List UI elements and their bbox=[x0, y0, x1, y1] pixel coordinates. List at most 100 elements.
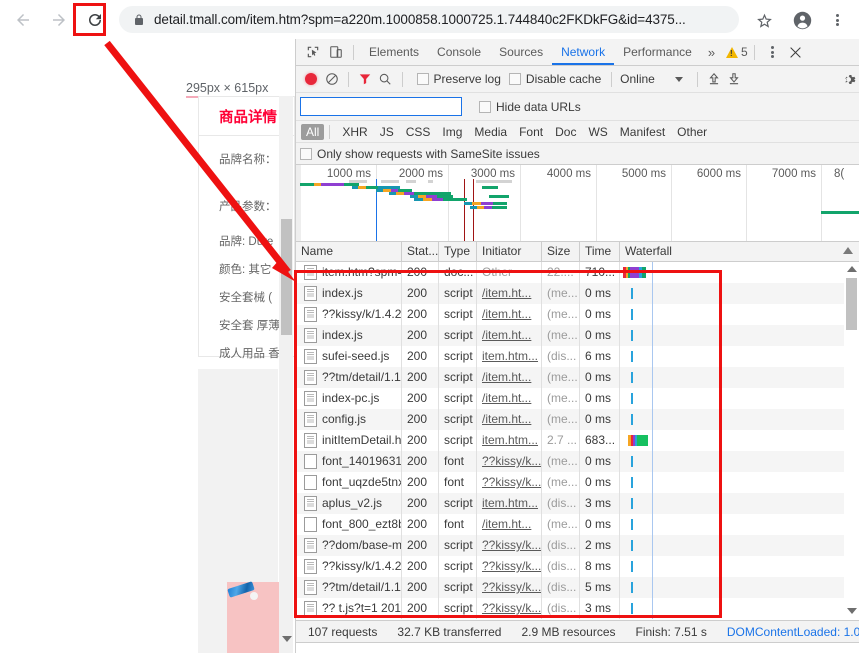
throttling-select-value[interactable]: Online bbox=[620, 72, 655, 86]
cell-initiator[interactable]: item.htm... bbox=[477, 493, 542, 514]
type-filter-all[interactable]: All bbox=[301, 123, 325, 140]
type-filter-ws[interactable]: WS bbox=[583, 124, 612, 140]
sort-ascending-icon[interactable] bbox=[843, 247, 853, 254]
type-filter-doc[interactable]: Doc bbox=[550, 124, 581, 140]
gear-icon[interactable] bbox=[839, 68, 859, 91]
three-dot-menu-icon[interactable] bbox=[827, 8, 847, 32]
cell-initiator[interactable]: /item.ht... bbox=[477, 325, 542, 346]
table-row[interactable]: sufei-seed.js 200 script item.htm... (dis...… bbox=[296, 346, 859, 367]
table-row[interactable]: ??tm/detail/1.11.5...200script??kissy/k.… bbox=[296, 577, 859, 598]
cell-initiator[interactable]: item.htm... bbox=[477, 346, 542, 367]
table-row[interactable]: ??dom/base-min.j...200script??kissy/k...… bbox=[296, 535, 859, 556]
page-viewport[interactable]: 295px × 615px 商品详情 品牌名称： 产品参数： 品牌: Dure … bbox=[0, 39, 295, 653]
table-vertical-scrollbar-thumb[interactable] bbox=[846, 278, 857, 330]
upload-arrow-icon[interactable] bbox=[704, 68, 724, 91]
table-row[interactable]: ??tm/detail/1.11.5...200script/item.ht..… bbox=[296, 367, 859, 388]
back-arrow-icon[interactable] bbox=[11, 8, 35, 32]
overview-bar bbox=[493, 202, 507, 205]
table-row[interactable]: aplus_v2.js 200 script item.htm... (dis... 3 … bbox=[296, 493, 859, 514]
type-filter-font[interactable]: Font bbox=[514, 124, 548, 140]
column-header-waterfall[interactable]: Waterfall bbox=[620, 242, 859, 261]
cell-initiator[interactable]: item.htm... bbox=[477, 430, 542, 451]
page-vertical-scrollbar-thumb[interactable] bbox=[281, 219, 292, 335]
cell-initiator[interactable]: /item.ht... bbox=[477, 388, 542, 409]
type-filter-img[interactable]: Img bbox=[437, 124, 467, 140]
cell-initiator[interactable]: Other bbox=[477, 262, 542, 283]
tab-elements[interactable]: Elements bbox=[360, 39, 428, 65]
table-row[interactable]: ??kissy/k/1.4.2/se...200script/item.ht..… bbox=[296, 304, 859, 325]
tab-performance[interactable]: Performance bbox=[614, 39, 701, 65]
type-filter-css[interactable]: CSS bbox=[401, 124, 436, 140]
table-scroll-down-arrow-icon[interactable] bbox=[847, 608, 857, 614]
table-row[interactable]: index.js 200 script/item.ht... (me... 0 ms bbox=[296, 283, 859, 304]
type-filter-manifest[interactable]: Manifest bbox=[615, 124, 670, 140]
page-vertical-scrollbar[interactable] bbox=[279, 96, 293, 653]
table-row[interactable]: config.js 200 script/item.ht... (me... 0 ms bbox=[296, 409, 859, 430]
cell-initiator[interactable]: ??kissy/k... bbox=[477, 472, 542, 493]
preserve-log-box[interactable] bbox=[416, 73, 429, 85]
network-request-table[interactable]: Name Stat... Type Initiator Size Time Wa… bbox=[296, 242, 859, 620]
product-attr-2: 品牌: Dure bbox=[219, 236, 274, 248]
column-header-time[interactable]: Time bbox=[580, 242, 620, 261]
table-row[interactable]: initItemDetail.htm...200scriptitem.htm..… bbox=[296, 430, 859, 451]
address-bar[interactable]: detail.tmall.com/item.htm?spm=a220m.1000… bbox=[119, 6, 739, 33]
tab-network[interactable]: Network bbox=[552, 39, 615, 65]
type-filter-other[interactable]: Other bbox=[672, 124, 712, 140]
network-overview-timeline[interactable]: 1000 ms 2000 ms 3000 ms 4000 ms 5000 ms … bbox=[296, 165, 859, 242]
cell-initiator[interactable]: ??kissy/k... bbox=[477, 451, 542, 472]
scroll-down-arrow-icon[interactable] bbox=[282, 636, 292, 642]
record-stop-icon[interactable] bbox=[301, 68, 321, 91]
table-row[interactable]: index-pc.js 200 script/item.ht... (me... 0 m… bbox=[296, 388, 859, 409]
forward-arrow-icon[interactable] bbox=[47, 8, 71, 32]
cell-initiator[interactable]: ??kissy/k... bbox=[477, 577, 542, 598]
tab-console[interactable]: Console bbox=[428, 39, 490, 65]
star-icon[interactable] bbox=[752, 8, 776, 32]
table-row[interactable]: ??kissy/k/1.4.2/io-...200script??kissy/k… bbox=[296, 556, 859, 577]
chevron-double-right-icon[interactable]: » bbox=[701, 45, 722, 60]
samesite-box[interactable] bbox=[300, 147, 312, 160]
filter-input[interactable] bbox=[300, 97, 462, 116]
table-row[interactable]: font_uqzde5tnx9t...200font??kissy/k...(m… bbox=[296, 472, 859, 493]
type-filter-xhr[interactable]: XHR bbox=[337, 124, 372, 140]
table-row[interactable]: font_800_ezt8bysf...200font/item.ht...(m… bbox=[296, 514, 859, 535]
cell-initiator[interactable]: ??kissy/k... bbox=[477, 556, 542, 577]
cell-initiator[interactable]: /item.ht... bbox=[477, 304, 542, 325]
column-header-status[interactable]: Stat... bbox=[402, 242, 439, 261]
cell-initiator[interactable]: ??kissy/k... bbox=[477, 598, 542, 619]
table-scroll-up-arrow-icon[interactable] bbox=[847, 266, 857, 272]
search-icon[interactable] bbox=[375, 68, 395, 91]
tab-sources[interactable]: Sources bbox=[490, 39, 552, 65]
preserve-log-checkbox[interactable]: Preserve log bbox=[416, 72, 501, 86]
cell-time: 0 ms bbox=[580, 304, 620, 325]
type-filter-media[interactable]: Media bbox=[469, 124, 512, 140]
hide-data-urls-checkbox[interactable]: Hide data URLs bbox=[479, 100, 581, 114]
table-row[interactable]: item.htm?spm=a2...200doc...Other22....71… bbox=[296, 262, 859, 283]
type-filter-js[interactable]: JS bbox=[375, 124, 399, 140]
table-row[interactable]: font_1401963178_...200font??kissy/k...(m… bbox=[296, 451, 859, 472]
column-header-initiator[interactable]: Initiator bbox=[477, 242, 542, 261]
download-arrow-icon[interactable] bbox=[724, 68, 744, 91]
column-header-size[interactable]: Size bbox=[542, 242, 580, 261]
inspect-element-icon[interactable] bbox=[301, 41, 324, 64]
hide-data-urls-box[interactable] bbox=[479, 100, 491, 113]
three-dot-vertical-icon[interactable] bbox=[761, 41, 784, 64]
chevron-down-icon[interactable] bbox=[674, 76, 683, 82]
cell-initiator[interactable]: /item.ht... bbox=[477, 283, 542, 304]
cell-initiator[interactable]: /item.ht... bbox=[477, 514, 542, 535]
disable-cache-box[interactable] bbox=[508, 73, 521, 85]
cell-initiator[interactable]: ??kissy/k... bbox=[477, 535, 542, 556]
cell-initiator[interactable]: /item.ht... bbox=[477, 367, 542, 388]
table-row[interactable]: index.js 200 script/item.ht... (me... 0 ms bbox=[296, 325, 859, 346]
column-header-type[interactable]: Type bbox=[439, 242, 477, 261]
column-header-name[interactable]: Name bbox=[296, 242, 402, 261]
table-row[interactable]: ?? t.js?t=1 20130...200script??kissy/k..… bbox=[296, 598, 859, 619]
device-toolbar-icon[interactable] bbox=[324, 41, 347, 64]
cell-initiator[interactable]: /item.ht... bbox=[477, 409, 542, 430]
samesite-checkbox[interactable]: Only show requests with SameSite issues bbox=[300, 147, 540, 161]
close-icon[interactable] bbox=[784, 41, 807, 64]
clear-no-entry-icon[interactable] bbox=[321, 68, 341, 91]
profile-avatar-icon[interactable] bbox=[790, 8, 814, 32]
disable-cache-checkbox[interactable]: Disable cache bbox=[508, 72, 601, 86]
warning-badge[interactable]: 5 bbox=[722, 45, 748, 59]
funnel-filter-icon[interactable] bbox=[355, 68, 375, 91]
